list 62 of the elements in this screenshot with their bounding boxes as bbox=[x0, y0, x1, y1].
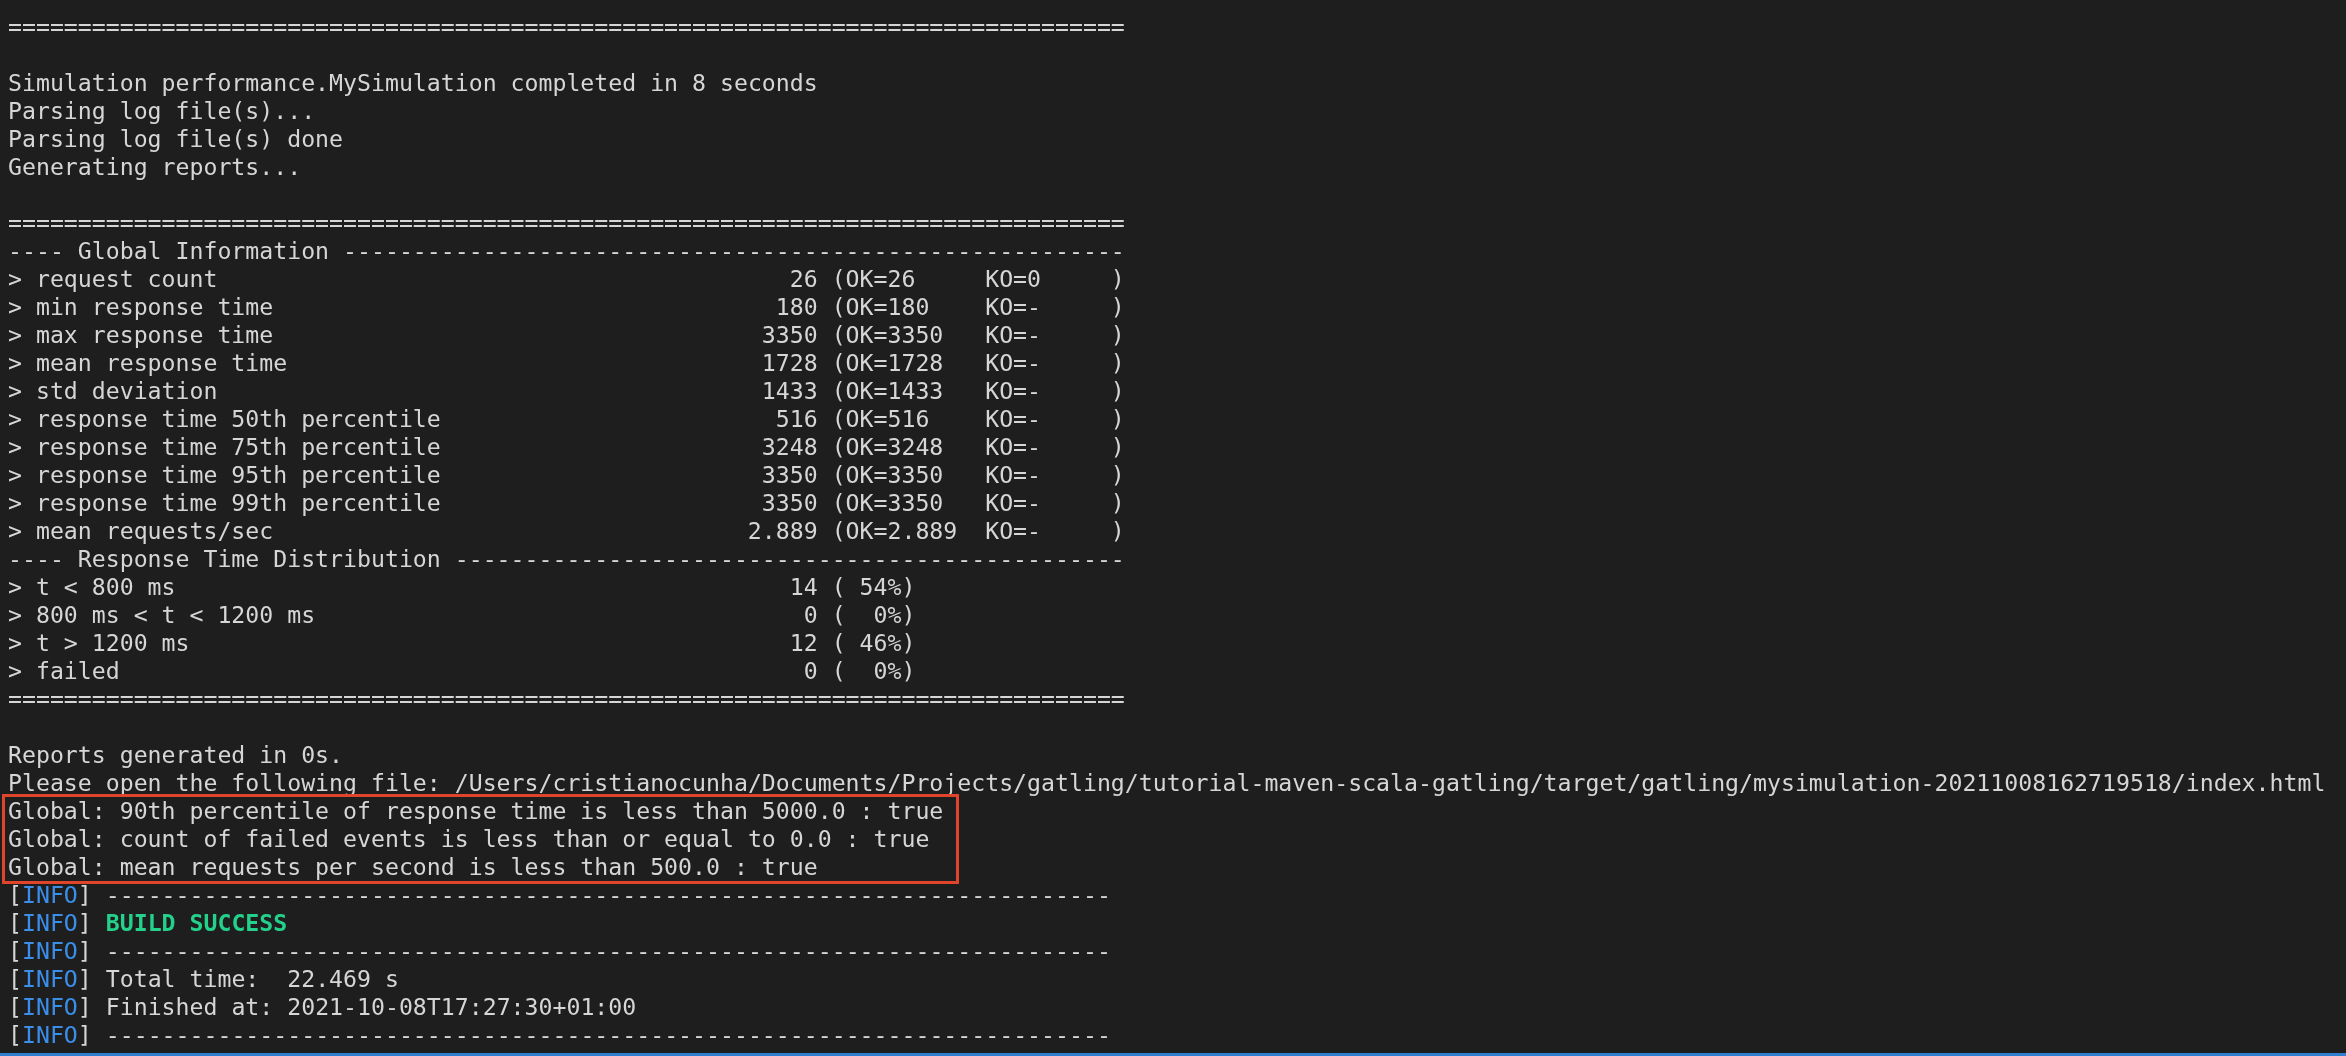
stat-value: 12 bbox=[788, 629, 818, 657]
separator-line: ================================================================================ bbox=[8, 685, 1125, 713]
stat-detail: ( 54%) bbox=[831, 573, 916, 601]
stat-value: 2.889 bbox=[746, 517, 818, 545]
stat-label: > t < 800 ms bbox=[8, 573, 177, 601]
terminal-line: Parsing log file(s)... bbox=[8, 97, 316, 125]
log-line: [INFO] ------------------------------------------------------------------------ bbox=[8, 1021, 1111, 1049]
assertion-line: Global: count of failed events is less than or equal to 0.0 : true bbox=[8, 825, 930, 853]
assertion-line: Global: mean requests per second is less than 500.0 : true bbox=[8, 853, 818, 881]
stat-detail: (OK=3248 KO=- ) bbox=[831, 433, 1125, 461]
stat-detail: (OK=26 KO=0 ) bbox=[831, 265, 1125, 293]
stat-value: 3350 bbox=[760, 489, 818, 517]
stat-detail: (OK=3350 KO=- ) bbox=[831, 321, 1125, 349]
assertion-line: Global: 90th percentile of response time is less than 5000.0 : true bbox=[8, 797, 944, 825]
stat-label: > failed bbox=[8, 657, 121, 685]
stat-detail: (OK=180 KO=- ) bbox=[831, 293, 1125, 321]
stat-value: 3350 bbox=[760, 461, 818, 489]
stat-label: > mean requests/sec bbox=[8, 517, 275, 545]
stat-value: 180 bbox=[774, 293, 818, 321]
stat-detail: (OK=1728 KO=- ) bbox=[831, 349, 1125, 377]
stat-label: > 800 ms < t < 1200 ms bbox=[8, 601, 317, 629]
stat-value: 26 bbox=[788, 265, 818, 293]
stat-value: 0 bbox=[802, 657, 818, 685]
section-header: ---- Global Information -------------------------------------------------------- bbox=[8, 237, 1125, 265]
terminal-line: Reports generated in 0s. bbox=[8, 741, 344, 769]
stat-label: > mean response time bbox=[8, 349, 289, 377]
stat-label: > request count bbox=[8, 265, 219, 293]
stat-label: > t > 1200 ms bbox=[8, 629, 191, 657]
stat-detail: ( 0%) bbox=[831, 601, 916, 629]
stat-label: > response time 95th percentile bbox=[8, 461, 442, 489]
stat-value: 14 bbox=[788, 573, 818, 601]
terminal-line: Simulation performance.MySimulation completed in 8 seconds bbox=[8, 69, 818, 97]
terminal-line: ================================================================================ bbox=[8, 13, 1125, 41]
stat-detail: (OK=3350 KO=- ) bbox=[831, 461, 1125, 489]
stat-value: 3350 bbox=[760, 321, 818, 349]
log-line: [INFO] Total time: 22.469 s bbox=[8, 965, 399, 993]
terminal-line: Please open the following file: /Users/cristianocunha/Documents/Projects/gatling/tutorial-maven-scala-gatling/target/gatling/mysimulation-20211008162719518/index.html bbox=[8, 769, 2326, 797]
separator-line: ================================================================================ bbox=[8, 209, 1125, 237]
log-line: [INFO] ------------------------------------------------------------------------ bbox=[8, 881, 1111, 909]
stat-value: 0 bbox=[802, 601, 818, 629]
stat-value: 1728 bbox=[760, 349, 818, 377]
terminal-line: Parsing log file(s) done bbox=[8, 125, 344, 153]
stat-value: 516 bbox=[774, 405, 818, 433]
stat-value: 1433 bbox=[760, 377, 818, 405]
terminal-line: Generating reports... bbox=[8, 153, 302, 181]
stat-detail: (OK=1433 KO=- ) bbox=[831, 377, 1125, 405]
stat-label: > std deviation bbox=[8, 377, 219, 405]
stat-value: 3248 bbox=[760, 433, 818, 461]
stat-detail: (OK=2.889 KO=- ) bbox=[831, 517, 1125, 545]
stat-label: > min response time bbox=[8, 293, 275, 321]
log-line: [INFO] Finished at: 2021-10-08T17:27:30+01:00 bbox=[8, 993, 637, 1021]
log-line: [INFO] ------------------------------------------------------------------------ bbox=[8, 937, 1111, 965]
section-header: ---- Response Time Distribution ------------------------------------------------ bbox=[8, 545, 1125, 573]
stat-detail: (OK=3350 KO=- ) bbox=[831, 489, 1125, 517]
stat-detail: ( 0%) bbox=[831, 657, 916, 685]
stat-label: > response time 50th percentile bbox=[8, 405, 442, 433]
stat-detail: (OK=516 KO=- ) bbox=[831, 405, 1125, 433]
stat-label: > response time 75th percentile bbox=[8, 433, 442, 461]
stat-detail: ( 46%) bbox=[831, 629, 916, 657]
stat-label: > response time 99th percentile bbox=[8, 489, 442, 517]
log-line: [INFO] BUILD SUCCESS bbox=[8, 909, 288, 937]
stat-label: > max response time bbox=[8, 321, 275, 349]
